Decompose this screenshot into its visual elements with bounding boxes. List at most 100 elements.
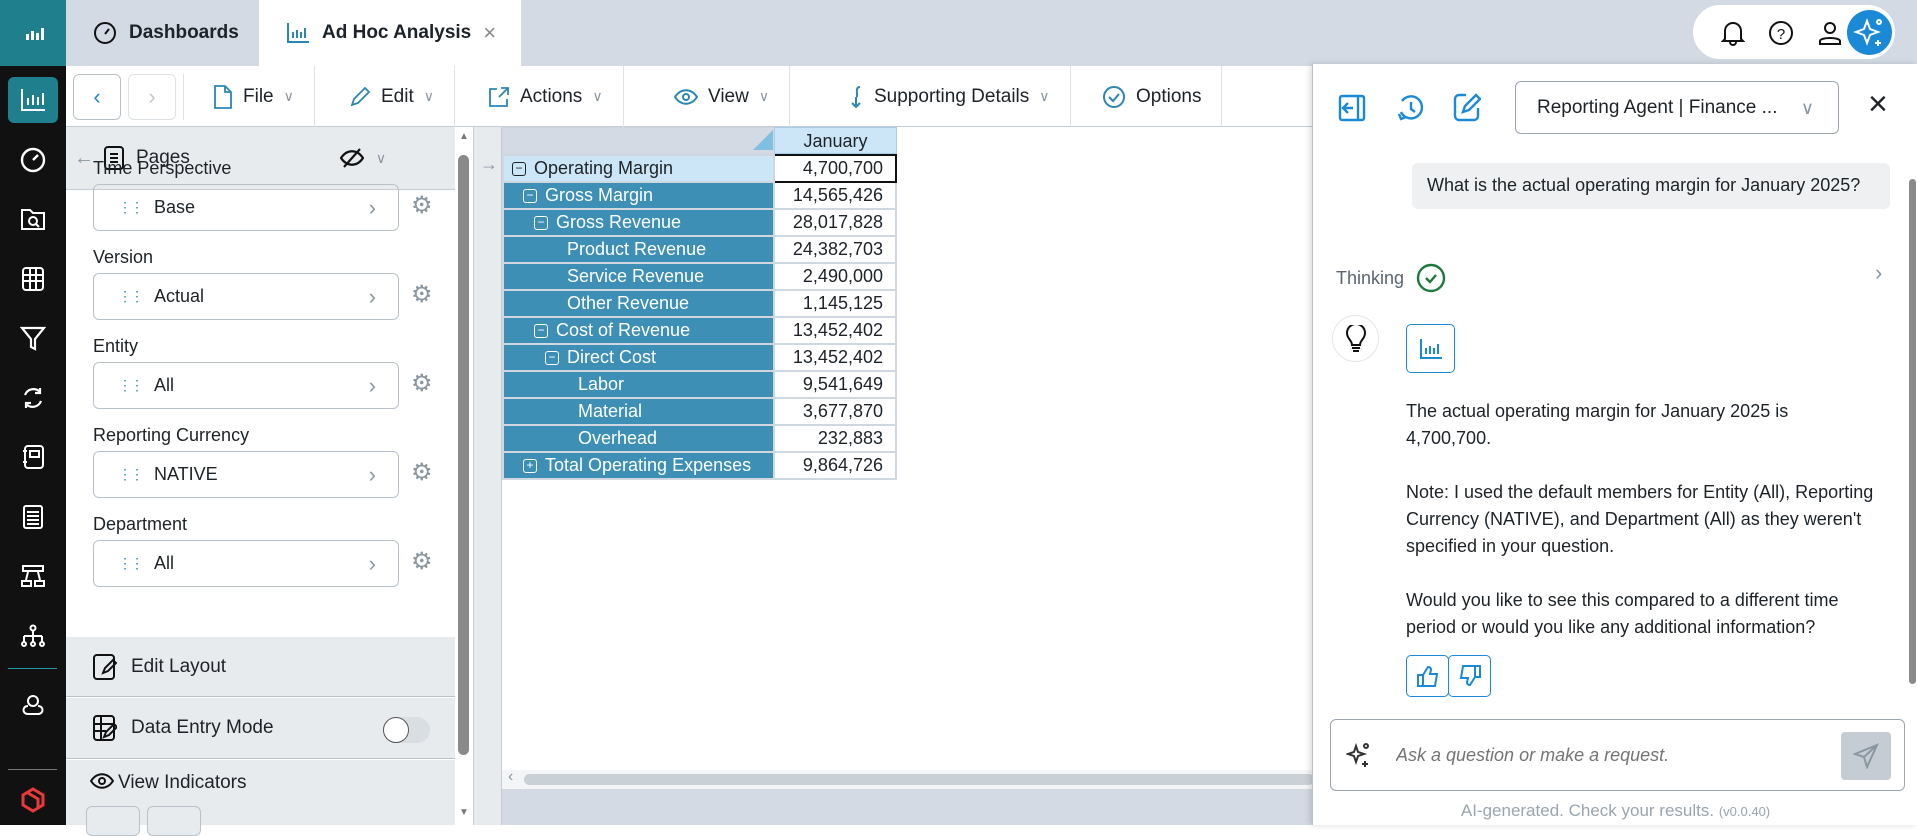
nav-dashboard-icon[interactable]: [8, 137, 58, 183]
row-header[interactable]: − Gross Margin: [502, 181, 775, 210]
thumbs-up-button[interactable]: [1406, 655, 1449, 697]
close-panel-icon[interactable]: ×: [1868, 84, 1888, 124]
nav-integration-icon[interactable]: [8, 683, 58, 729]
thumbs-down-button[interactable]: [1448, 655, 1491, 697]
drag-handle-icon[interactable]: ⋮⋮: [118, 377, 144, 394]
file-menu[interactable]: File ∨: [193, 66, 315, 127]
supporting-details-menu[interactable]: Supporting Details ∨: [828, 66, 1071, 127]
grid-cell[interactable]: 9,541,649: [773, 370, 897, 399]
nav-folder-search-icon[interactable]: [8, 196, 58, 242]
edit-menu[interactable]: Edit ∨: [329, 66, 455, 127]
chevron-down-icon: ∨: [283, 88, 294, 104]
options-button[interactable]: Options: [1082, 66, 1223, 127]
grid-cell[interactable]: 9,864,726: [773, 451, 897, 480]
row-header[interactable]: Product Revenue: [502, 235, 775, 264]
chevron-right-icon: ›: [368, 283, 376, 309]
drag-handle-icon[interactable]: ⋮⋮: [118, 466, 144, 483]
help-icon[interactable]: ?: [1768, 20, 1794, 46]
field-value: NATIVE: [154, 464, 218, 484]
field-selector[interactable]: ⋮⋮ Base ›: [93, 184, 399, 231]
tab-dashboards[interactable]: Dashboards: [66, 0, 259, 66]
row-header[interactable]: − Operating Margin: [502, 154, 775, 183]
grid-cell[interactable]: 13,452,402: [773, 316, 897, 345]
grid-horizontal-scrollbar[interactable]: ‹: [502, 768, 1314, 789]
actions-menu[interactable]: Actions ∨: [468, 66, 624, 127]
nav-spreadsheet-icon[interactable]: [8, 256, 58, 302]
gear-icon[interactable]: ⚙: [411, 191, 433, 220]
row-header[interactable]: Service Revenue: [502, 262, 775, 291]
collapse-icon[interactable]: −: [512, 162, 526, 177]
send-button[interactable]: [1841, 732, 1891, 780]
grid-cell[interactable]: 1,145,125: [773, 289, 897, 318]
history-icon[interactable]: [1396, 94, 1424, 122]
grid-cell[interactable]: 28,017,828: [773, 208, 897, 237]
view-menu[interactable]: View ∨: [654, 66, 791, 127]
row-header[interactable]: − Direct Cost: [502, 343, 775, 372]
thinking-toggle[interactable]: Thinking: [1336, 263, 1446, 293]
close-tab-icon[interactable]: ×: [483, 20, 496, 46]
grid-cell[interactable]: 3,677,870: [773, 397, 897, 426]
field-selector[interactable]: ⋮⋮ All ›: [93, 540, 399, 587]
indicator-button[interactable]: [147, 806, 201, 836]
field-selector[interactable]: ⋮⋮ All ›: [93, 362, 399, 409]
drag-handle-icon[interactable]: ⋮⋮: [118, 199, 144, 216]
grid-cell[interactable]: 232,883: [773, 424, 897, 453]
chat-input[interactable]: [1396, 740, 1796, 770]
product-cube-icon[interactable]: [8, 777, 58, 823]
nav-workflow-icon[interactable]: [8, 553, 58, 599]
row-header[interactable]: − Cost of Revenue: [502, 316, 775, 345]
collapse-arrow-icon[interactable]: ←: [74, 147, 94, 170]
pages-scrollbar[interactable]: ▲ ▼: [455, 127, 474, 825]
collapse-icon[interactable]: −: [534, 324, 548, 339]
gear-icon[interactable]: ⚙: [411, 547, 433, 576]
nav-filter-icon[interactable]: [8, 315, 58, 361]
tab-adhoc-analysis[interactable]: Ad Hoc Analysis ×: [259, 0, 521, 66]
nav-report-icon[interactable]: [8, 494, 58, 540]
grid-cell[interactable]: 14,565,426: [773, 181, 897, 210]
field-selector[interactable]: ⋮⋮ NATIVE ›: [93, 451, 399, 498]
new-chat-icon[interactable]: [1453, 92, 1481, 122]
row-header[interactable]: Material: [502, 397, 775, 426]
row-header[interactable]: − Gross Revenue: [502, 208, 775, 237]
chat-scrollbar[interactable]: [1907, 159, 1917, 719]
field-selector[interactable]: ⋮⋮ Actual ›: [93, 273, 399, 320]
indicator-button[interactable]: [86, 806, 140, 836]
grid-cell[interactable]: 24,382,703: [773, 235, 897, 264]
view-chart-button[interactable]: [1406, 324, 1455, 373]
user-icon[interactable]: [1817, 20, 1843, 46]
drag-handle-icon[interactable]: ⋮⋮: [118, 288, 144, 305]
grid-cell[interactable]: 4,700,700: [773, 154, 897, 183]
nav-notebook-icon[interactable]: [8, 434, 58, 480]
chevron-right-icon[interactable]: ›: [1875, 260, 1882, 286]
agent-select[interactable]: Reporting Agent | Finance ... ∨: [1515, 81, 1839, 134]
row-header[interactable]: Labor: [502, 370, 775, 399]
grid-cell[interactable]: 13,452,402: [773, 343, 897, 372]
nav-adhoc-icon[interactable]: [8, 77, 58, 123]
gear-icon[interactable]: ⚙: [411, 458, 433, 487]
collapse-icon[interactable]: −: [523, 189, 537, 204]
chevron-down-icon[interactable]: ∨: [376, 150, 386, 167]
data-entry-toggle[interactable]: [383, 717, 430, 743]
edit-layout-button[interactable]: Edit Layout: [66, 637, 455, 697]
app-logo[interactable]: [0, 0, 66, 66]
grid-cell[interactable]: 2,490,000: [773, 262, 897, 291]
chat-input-box[interactable]: [1330, 719, 1905, 791]
forward-button[interactable]: ›: [128, 74, 176, 120]
row-header[interactable]: Overhead: [502, 424, 775, 453]
ai-assistant-button[interactable]: [1847, 10, 1892, 55]
nav-hierarchy-icon[interactable]: [8, 613, 58, 659]
column-header-january[interactable]: January: [774, 127, 897, 154]
gear-icon[interactable]: ⚙: [411, 369, 433, 398]
bell-icon[interactable]: [1721, 20, 1745, 46]
drag-handle-icon[interactable]: ⋮⋮: [118, 555, 144, 572]
gear-icon[interactable]: ⚙: [411, 280, 433, 309]
hide-icon[interactable]: [339, 148, 364, 168]
collapse-panel-icon[interactable]: [1338, 94, 1366, 122]
row-header[interactable]: Other Revenue: [502, 289, 775, 318]
back-button[interactable]: ‹: [73, 74, 121, 120]
expand-icon[interactable]: +: [523, 459, 537, 474]
nav-refresh-icon[interactable]: [8, 375, 58, 421]
collapse-icon[interactable]: −: [534, 216, 548, 231]
collapse-icon[interactable]: −: [545, 351, 559, 366]
row-header[interactable]: + Total Operating Expenses: [502, 451, 775, 480]
